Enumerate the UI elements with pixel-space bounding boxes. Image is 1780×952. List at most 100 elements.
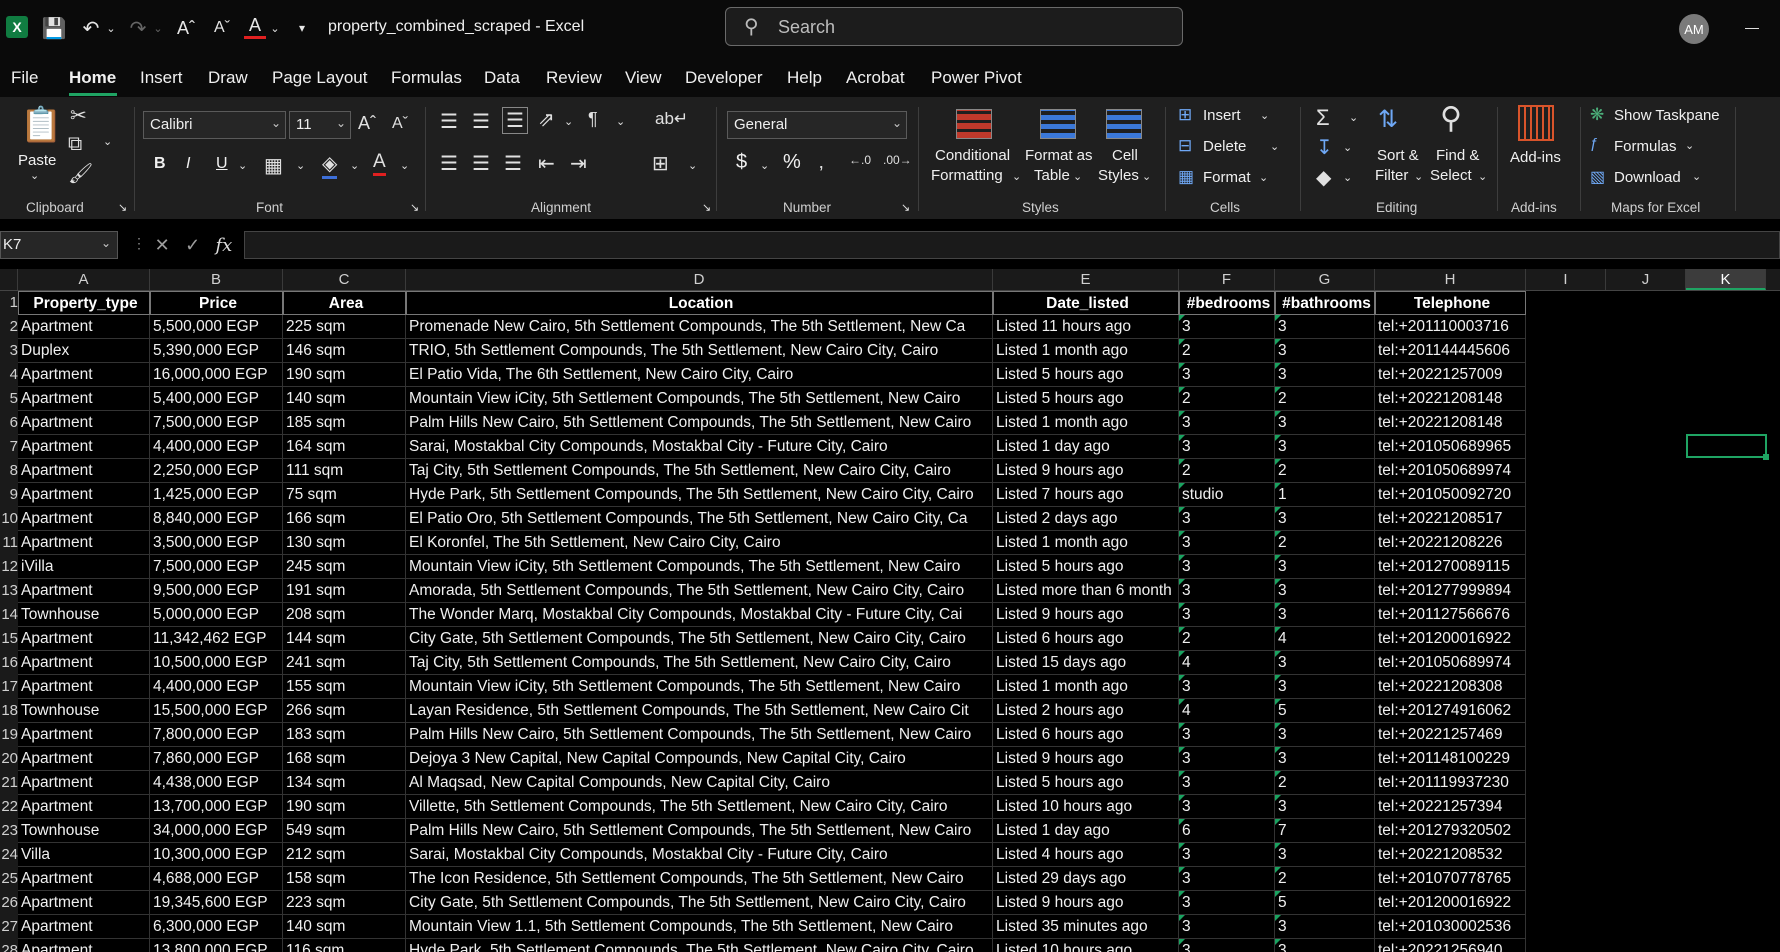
cell-price[interactable]: 5,500,000 EGP [150, 315, 283, 339]
download-button[interactable]: Download [1614, 169, 1681, 186]
add-ins-button[interactable]: Add-ins [1510, 149, 1561, 166]
underline-button[interactable]: U [216, 155, 228, 173]
column-header-a[interactable]: A [18, 269, 150, 290]
cell-bedrooms[interactable]: 2 [1179, 459, 1275, 483]
sort-filter-icon[interactable]: ⇅ [1378, 105, 1398, 134]
cell-area[interactable]: 225 sqm [283, 315, 406, 339]
cell-area[interactable]: 266 sqm [283, 699, 406, 723]
header-cell-bedrooms[interactable]: #bedrooms [1179, 291, 1275, 315]
cell-price[interactable]: 6,300,000 EGP [150, 915, 283, 939]
search-box[interactable]: ⚲ Search [725, 7, 1183, 46]
cell-bathrooms[interactable]: 3 [1275, 315, 1375, 339]
decrease-decimal-icon[interactable]: .00→ [883, 153, 912, 167]
align-middle-icon[interactable]: ☰ [472, 109, 490, 134]
cell-location[interactable]: TRIO, 5th Settlement Compounds, The 5th … [406, 339, 993, 363]
tab-help[interactable]: Help [787, 68, 822, 88]
conditional-formatting-dropdown-icon[interactable]: ⌄ [1012, 170, 1021, 183]
cell-location[interactable]: Mountain View iCity, 5th Settlement Comp… [406, 675, 993, 699]
cell-location[interactable]: Mountain View 1.1, 5th Settlement Compou… [406, 915, 993, 939]
sort-filter-label-2[interactable]: Filter [1375, 167, 1408, 184]
cell-date-listed[interactable]: Listed 2 hours ago [993, 699, 1179, 723]
cell-property-type[interactable]: Apartment [18, 483, 150, 507]
cell-bathrooms[interactable]: 2 [1275, 867, 1375, 891]
borders-dropdown-icon[interactable]: ⌄ [296, 159, 305, 172]
merge-dropdown-icon[interactable]: ⌄ [688, 159, 697, 172]
cell-bedrooms[interactable]: 3 [1179, 531, 1275, 555]
align-left-icon[interactable]: ☰ [440, 151, 458, 176]
delete-cells-dropdown-icon[interactable]: ⌄ [1270, 140, 1279, 153]
format-cells-dropdown-icon[interactable]: ⌄ [1259, 171, 1268, 184]
row-header[interactable]: 13 [0, 579, 18, 603]
cell-date-listed[interactable]: Listed 5 hours ago [993, 387, 1179, 411]
delete-cells-button[interactable]: Delete [1203, 138, 1246, 155]
paste-dropdown-icon[interactable]: ⌄ [30, 169, 39, 182]
row-header[interactable]: 12 [0, 555, 18, 579]
cell-bedrooms[interactable]: 3 [1179, 795, 1275, 819]
row-header[interactable]: 17 [0, 675, 18, 699]
tab-home[interactable]: Home [69, 68, 116, 88]
cell-bedrooms[interactable]: 3 [1179, 843, 1275, 867]
cell-location[interactable]: El Koronfel, The 5th Settlement, New Cai… [406, 531, 993, 555]
row-header[interactable]: 19 [0, 723, 18, 747]
row-header[interactable]: 2 [0, 315, 18, 339]
font-name-select[interactable]: Calibri ⌄ [143, 111, 286, 139]
column-header-k[interactable]: K [1686, 269, 1766, 290]
cell-date-listed[interactable]: Listed 9 hours ago [993, 891, 1179, 915]
cell-price[interactable]: 11,342,462 EGP [150, 627, 283, 651]
cell-telephone[interactable]: tel:+20221208148 [1375, 411, 1526, 435]
insert-function-icon[interactable]: fx [216, 235, 233, 256]
cell-bathrooms[interactable]: 1 [1275, 483, 1375, 507]
cell-price[interactable]: 3,500,000 EGP [150, 531, 283, 555]
row-header[interactable]: 20 [0, 747, 18, 771]
redo-dropdown-icon[interactable]: ⌄ [151, 14, 165, 42]
cell-date-listed[interactable]: Listed 2 days ago [993, 507, 1179, 531]
find-select-icon[interactable]: ⚲ [1440, 101, 1462, 136]
cell-location[interactable]: Mountain View iCity, 5th Settlement Comp… [406, 555, 993, 579]
find-select-label-2[interactable]: Select [1430, 167, 1472, 184]
ribbon-font-color-dropdown-icon[interactable]: ⌄ [400, 159, 409, 172]
cell-bedrooms[interactable]: 2 [1179, 387, 1275, 411]
cell-property-type[interactable]: Villa [18, 843, 150, 867]
row-header[interactable]: 28 [0, 939, 18, 952]
cell-styles-label-1[interactable]: Cell [1112, 147, 1138, 164]
cell-telephone[interactable]: tel:+201279320502 [1375, 819, 1526, 843]
cell-bedrooms[interactable]: 3 [1179, 435, 1275, 459]
font-color-icon[interactable]: A [244, 14, 266, 39]
cell-area[interactable]: 75 sqm [283, 483, 406, 507]
cell-bedrooms[interactable]: studio [1179, 483, 1275, 507]
alignment-launcher-icon[interactable]: ↘ [702, 201, 711, 214]
cell-bathrooms[interactable]: 3 [1275, 603, 1375, 627]
cell-price[interactable]: 4,438,000 EGP [150, 771, 283, 795]
cell-property-type[interactable]: Apartment [18, 531, 150, 555]
cell-bedrooms[interactable]: 3 [1179, 363, 1275, 387]
column-header-e[interactable]: E [993, 269, 1179, 290]
column-header-i[interactable]: I [1526, 269, 1606, 290]
tab-formulas[interactable]: Formulas [391, 68, 462, 88]
format-as-table-icon[interactable] [1040, 109, 1076, 139]
cell-bathrooms[interactable]: 5 [1275, 699, 1375, 723]
cell-price[interactable]: 5,400,000 EGP [150, 387, 283, 411]
cell-bathrooms[interactable]: 2 [1275, 531, 1375, 555]
tab-page-layout[interactable]: Page Layout [272, 68, 367, 88]
cell-telephone[interactable]: tel:+20221208517 [1375, 507, 1526, 531]
cell-location[interactable]: Palm Hills New Cairo, 5th Settlement Com… [406, 723, 993, 747]
cell-area[interactable]: 155 sqm [283, 675, 406, 699]
cell-price[interactable]: 8,840,000 EGP [150, 507, 283, 531]
cell-area[interactable]: 183 sqm [283, 723, 406, 747]
cell-bedrooms[interactable]: 3 [1179, 507, 1275, 531]
fill-handle[interactable] [1763, 454, 1769, 460]
cell-price[interactable]: 10,300,000 EGP [150, 843, 283, 867]
ribbon-font-color-icon[interactable]: A [373, 151, 386, 176]
cell-property-type[interactable]: Apartment [18, 627, 150, 651]
cell-bedrooms[interactable]: 3 [1179, 675, 1275, 699]
fill-dropdown-icon[interactable]: ⌄ [1343, 141, 1352, 154]
cell-telephone[interactable]: tel:+201277999894 [1375, 579, 1526, 603]
cell-property-type[interactable]: Apartment [18, 651, 150, 675]
cell-area[interactable]: 134 sqm [283, 771, 406, 795]
cell-date-listed[interactable]: Listed 15 days ago [993, 651, 1179, 675]
cell-area[interactable]: 158 sqm [283, 867, 406, 891]
clear-icon[interactable]: ◆ [1316, 165, 1331, 190]
header-cell-price[interactable]: Price [150, 291, 283, 315]
cell-location[interactable]: El Patio Vida, The 6th Settlement, New C… [406, 363, 993, 387]
cell-bathrooms[interactable]: 3 [1275, 339, 1375, 363]
